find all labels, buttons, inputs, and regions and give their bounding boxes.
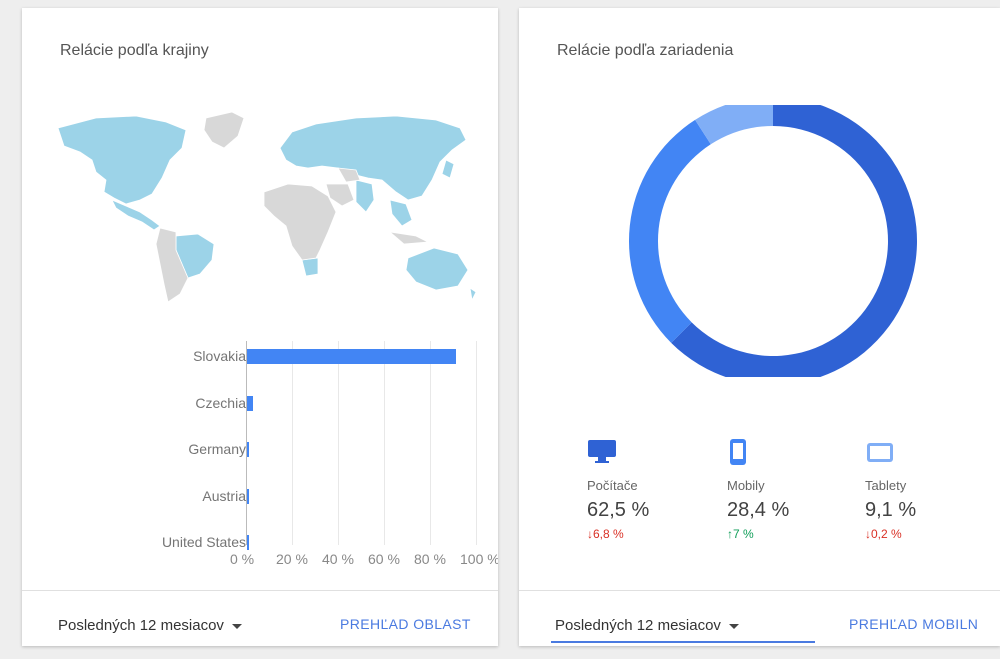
bar[interactable] <box>247 442 249 457</box>
card-footer: Posledných 12 mesiacov PREHĽAD MOBILN <box>519 590 1000 646</box>
device-share: 9,1 % <box>865 499 917 521</box>
bar[interactable] <box>247 535 249 550</box>
device-label: Počítače <box>587 478 638 493</box>
world-map[interactable] <box>56 108 476 308</box>
date-range-label: Posledných 12 mesiacov <box>555 617 721 634</box>
desktop-icon <box>587 438 677 468</box>
country-bar-chart: 0 % 20 % 40 % 60 % 80 % 100 % Slovakia Czechia G… <box>62 333 498 567</box>
x-tick-label: 20 % <box>276 551 308 567</box>
card-title: Relácie podľa zariadenia <box>557 42 734 59</box>
date-range-dropdown[interactable]: Posledných 12 mesiacov <box>58 617 242 634</box>
gridline <box>430 341 431 545</box>
x-tick-label: 60 % <box>368 551 400 567</box>
device-label: Tablety <box>865 478 907 493</box>
device-label: Mobily <box>727 478 765 493</box>
bar[interactable] <box>247 349 457 364</box>
card-footer: Posledných 12 mesiacov PREHĽAD OBLAST <box>22 590 498 646</box>
category-label: Germany <box>188 441 246 457</box>
gridline <box>476 341 477 545</box>
map-africa <box>263 183 337 261</box>
x-tick-label: 100 % <box>460 551 498 567</box>
device-change: ↑7 % <box>727 527 754 541</box>
device-donut-chart <box>629 105 917 377</box>
device-tablet: Tablety 9,1 % ↓0,2 % <box>865 438 955 541</box>
device-share: 28,4 % <box>727 499 790 521</box>
map-southeast-asia <box>389 199 413 227</box>
card-title: Relácie podľa krajiny <box>60 42 209 59</box>
dropdown-underline <box>551 641 815 643</box>
date-range-label: Posledných 12 mesiacov <box>58 617 224 634</box>
date-range-dropdown[interactable]: Posledných 12 mesiacov <box>555 617 739 634</box>
map-south-asia <box>355 179 375 213</box>
mobile-icon <box>727 438 817 468</box>
sessions-by-country-card: Relácie podľa krajiny 0 % 20 % 40 % 60 %… <box>22 8 498 646</box>
gridline <box>338 341 339 545</box>
category-label: Slovakia <box>193 348 246 364</box>
category-label: Austria <box>202 487 246 504</box>
map-north-america <box>57 115 187 205</box>
x-tick-label: 80 % <box>414 551 446 567</box>
map-australia <box>405 247 469 291</box>
map-indonesia <box>388 231 430 245</box>
gridline <box>384 341 385 545</box>
device-change: ↓0,2 % <box>865 527 902 541</box>
map-south-africa <box>301 257 319 277</box>
map-new-zealand <box>469 287 476 302</box>
bar[interactable] <box>247 395 253 411</box>
caret-down-icon <box>231 623 242 629</box>
mobile-report-link[interactable]: PREHĽAD MOBILN <box>849 616 978 632</box>
map-japan <box>441 159 455 179</box>
caret-down-icon <box>728 623 739 629</box>
map-central-america <box>111 199 161 231</box>
category-label: Czechia <box>195 394 246 411</box>
category-label: United States <box>161 534 246 550</box>
x-tick-label: 0 % <box>230 551 255 567</box>
device-mobile: Mobily 28,4 % ↑7 % <box>727 438 817 541</box>
map-greenland <box>203 111 245 149</box>
device-desktop: Počítače 62,5 % ↓6,8 % <box>587 438 677 541</box>
bar[interactable] <box>247 488 249 504</box>
sessions-by-device-card: Relácie podľa zariadenia Počítače 62,5 %… <box>519 8 1000 646</box>
tablet-icon <box>865 438 955 468</box>
donut-slice-mobily[interactable] <box>629 119 711 343</box>
location-report-link[interactable]: PREHĽAD OBLAST <box>340 616 471 632</box>
gridline <box>292 341 293 545</box>
device-change: ↓6,8 % <box>587 527 624 541</box>
x-tick-label: 40 % <box>322 551 354 567</box>
device-share: 62,5 % <box>587 499 650 521</box>
